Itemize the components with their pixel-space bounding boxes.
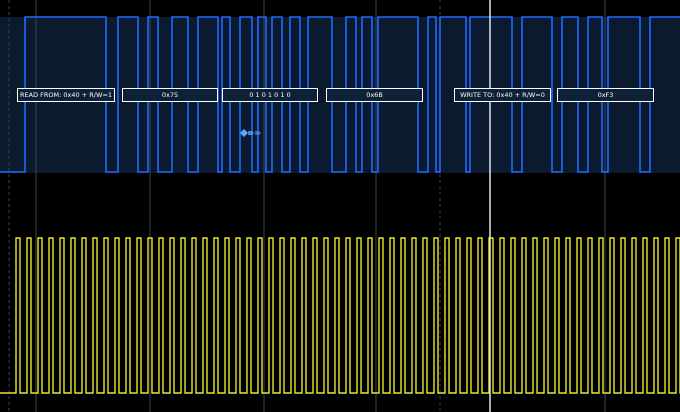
- decode-byte-1[interactable]: 0x75: [122, 88, 218, 102]
- oscilloscope-display[interactable]: [0, 0, 680, 412]
- decode-read-address[interactable]: READ FROM: 0x40 + R/W=1: [17, 88, 115, 102]
- decode-byte-3[interactable]: 0xF3: [557, 88, 654, 102]
- decode-byte-2[interactable]: 0x6B: [326, 88, 423, 102]
- decode-bits[interactable]: 0 1 0 1 0 1 0: [222, 88, 318, 102]
- decode-write-address[interactable]: WRITE TO: 0x40 + R/W=0: [454, 88, 551, 102]
